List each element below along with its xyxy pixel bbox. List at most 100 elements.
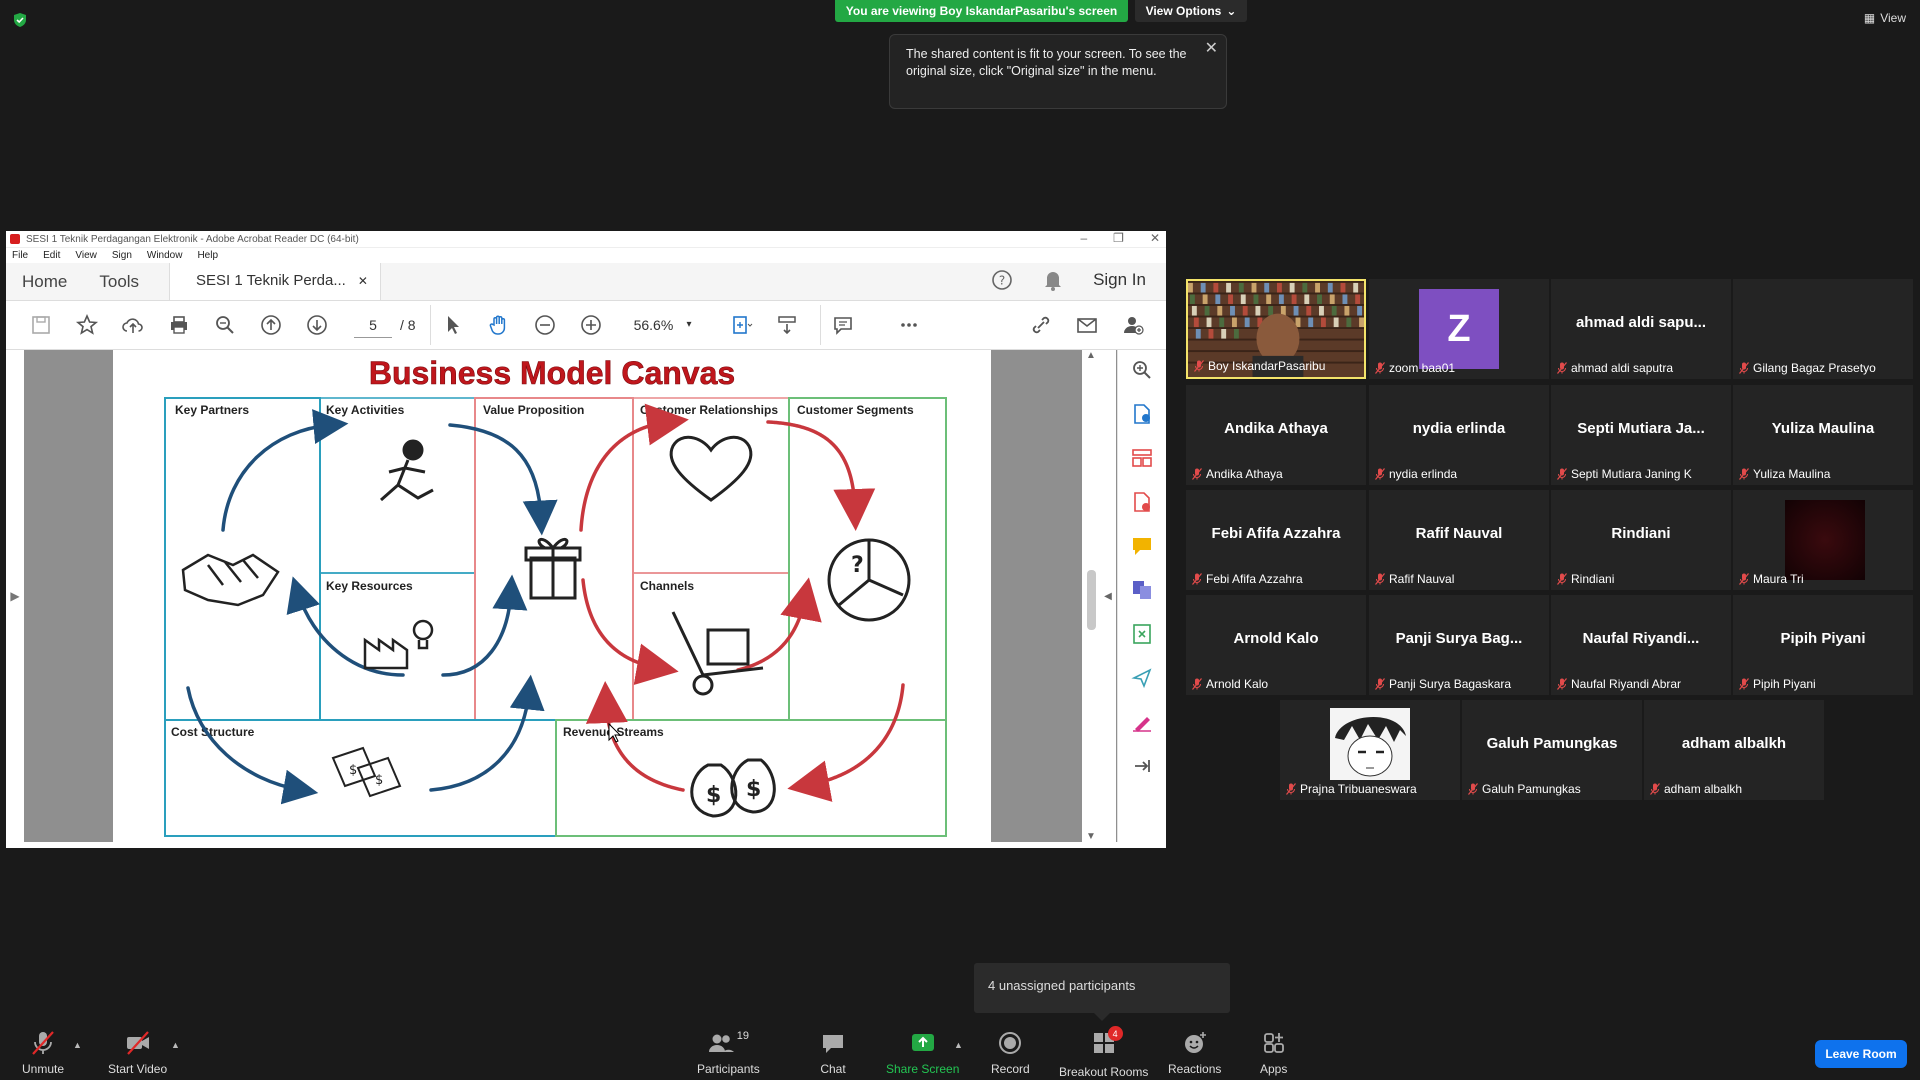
view-button[interactable]: ▦ View [1864,11,1906,25]
combine-files-icon[interactable] [1130,578,1154,602]
close-icon[interactable]: ✕ [1205,40,1218,57]
participant-tile[interactable]: Maura Tri [1733,490,1913,590]
tab-home[interactable]: Home [6,263,83,300]
print-button[interactable] [156,305,202,345]
upload-button[interactable] [110,305,156,345]
microphone-muted-icon [1375,573,1385,585]
key-activities-label: Key Activities [326,403,405,417]
scroll-down-icon[interactable]: ▼ [1086,831,1096,842]
right-panel-toggle[interactable]: ◀ [1100,350,1116,842]
participant-tile[interactable]: Boy IskandarPasaribu [1186,279,1366,379]
zoom-in-button[interactable] [568,305,614,345]
close-window-icon[interactable]: ✕ [1150,231,1160,245]
select-tool-button[interactable] [429,305,476,345]
help-icon[interactable]: ? [991,269,1013,291]
sign-in-button[interactable]: Sign In [1093,270,1146,290]
menu-help[interactable]: Help [197,250,218,261]
export-pdf-icon[interactable] [1130,402,1154,426]
leave-room-button[interactable]: Leave Room [1815,1040,1907,1068]
participant-name-label: Rindiani [1557,572,1614,586]
unassigned-participants-popup[interactable]: 4 unassigned participants [974,963,1230,1013]
audio-options-caret-icon[interactable]: ▲ [73,1040,82,1050]
zoom-search-icon [216,316,234,334]
chat-button[interactable]: Chat [820,1030,846,1076]
fill-sign-icon[interactable] [1130,710,1154,734]
participant-tile[interactable]: Prajna Tribuaneswara [1280,700,1460,800]
zoom-out-button[interactable] [522,305,568,345]
share-options-caret-icon[interactable]: ▲ [954,1040,963,1050]
encryption-shield-icon[interactable] [12,12,28,28]
email-button[interactable] [1064,305,1110,345]
svg-text:?: ? [851,553,864,578]
unmute-button[interactable]: Unmute [22,1030,64,1076]
restore-icon[interactable]: ❐ [1113,231,1124,245]
menu-sign[interactable]: Sign [112,250,132,261]
menu-view[interactable]: View [75,250,97,261]
expand-pane-icon[interactable] [1130,754,1154,778]
apps-button[interactable]: Apps [1260,1030,1287,1076]
create-pdf-icon[interactable] [1130,490,1154,514]
participant-tile[interactable]: Andika Athaya Andika Athaya [1186,385,1366,485]
viewing-screen-banner: You are viewing Boy IskandarPasaribu's s… [835,0,1128,22]
compress-pdf-icon[interactable] [1130,622,1154,646]
more-tools-button[interactable] [886,305,932,345]
view-options-button[interactable]: View Options ⌄ [1135,0,1247,22]
comment-button[interactable] [819,305,866,345]
menu-file[interactable]: File [12,250,28,261]
menu-edit[interactable]: Edit [43,250,60,261]
video-options-caret-icon[interactable]: ▲ [171,1040,180,1050]
record-button[interactable]: Record [991,1030,1030,1076]
comment-tool-icon[interactable] [1130,534,1154,558]
send-for-review-icon[interactable] [1130,666,1154,690]
start-video-button[interactable]: Start Video [108,1030,167,1076]
document-viewport[interactable]: ▶ Business Model Canvas Key Partners Key… [6,350,1166,842]
participant-tile[interactable]: Arnold Kalo Arnold Kalo [1186,595,1366,695]
account-button[interactable] [1110,305,1156,345]
participant-tile[interactable]: Septi Mutiara Ja... Septi Mutiara Janing … [1551,385,1731,485]
reactions-button[interactable]: Reactions [1168,1030,1221,1076]
participant-tile[interactable]: Febi Afifa Azzahra Febi Afifa Azzahra [1186,490,1366,590]
left-panel-toggle[interactable]: ▶ [6,350,24,842]
participant-tile[interactable]: Pipih Piyani Pipih Piyani [1733,595,1913,695]
participant-name: nydia erlinda [1389,467,1458,481]
close-tab-icon[interactable]: ✕ [358,272,368,300]
bell-icon[interactable] [1043,269,1063,291]
menu-window[interactable]: Window [147,250,183,261]
zoom-level-select[interactable]: 56.6% ▾ [628,312,698,338]
hand-tool-button[interactable] [476,305,522,345]
scroll-up-icon[interactable]: ▲ [1086,350,1096,361]
participant-tile[interactable]: nydia erlinda nydia erlinda [1369,385,1549,485]
next-page-button[interactable] [294,305,340,345]
page-number-input[interactable]: 5 [354,312,392,338]
participant-tile[interactable]: ahmad aldi sapu... ahmad aldi saputra [1551,279,1731,379]
find-button[interactable] [202,305,248,345]
participant-tile[interactable]: Gilang Bagaz Prasetyo [1733,279,1913,379]
bookmark-button[interactable] [64,305,110,345]
participants-button[interactable]: 19 Participants [697,1030,760,1076]
tab-tools[interactable]: Tools [83,263,155,300]
participant-tile[interactable]: Rindiani Rindiani [1551,490,1731,590]
tab-document[interactable]: SESI 1 Teknik Perda... ✕ [169,263,381,300]
share-screen-button[interactable]: Share Screen [886,1030,959,1076]
participant-tile[interactable]: Naufal Riyandi... Naufal Riyandi Abrar [1551,595,1731,695]
page-fit-button[interactable] [718,305,764,345]
minimize-icon[interactable]: – [1080,231,1087,245]
vertical-scrollbar[interactable]: ▲ ▼ [1082,350,1100,842]
save-button[interactable] [18,305,64,345]
participant-tile[interactable]: Yuliza Maulina Yuliza Maulina [1733,385,1913,485]
flow-arrow [186,686,319,805]
breakout-rooms-button[interactable]: 4 Breakout Rooms [1059,1026,1148,1079]
scrolling-mode-button[interactable] [764,305,810,345]
participant-tile[interactable]: Rafif Nauval Rafif Nauval [1369,490,1549,590]
participant-tile[interactable]: adham albalkh adham albalkh [1644,700,1824,800]
organize-pages-icon[interactable] [1130,446,1154,470]
acrobat-title-bar: SESI 1 Teknik Perdagangan Elektronik - A… [6,231,1166,248]
meeting-controls-bar: Unmute ▲ Start Video ▲ 19 Participants C… [0,1022,1920,1080]
previous-page-button[interactable] [248,305,294,345]
participant-tile[interactable]: Zzoom baa01 [1369,279,1549,379]
zoom-tool-icon[interactable] [1130,358,1154,382]
participant-tile[interactable]: Panji Surya Bag... Panji Surya Bagaskara [1369,595,1549,695]
share-link-button[interactable] [1018,305,1064,345]
participant-tile[interactable]: Galuh Pamungkas Galuh Pamungkas [1462,700,1642,800]
scroll-thumb[interactable] [1087,570,1096,630]
